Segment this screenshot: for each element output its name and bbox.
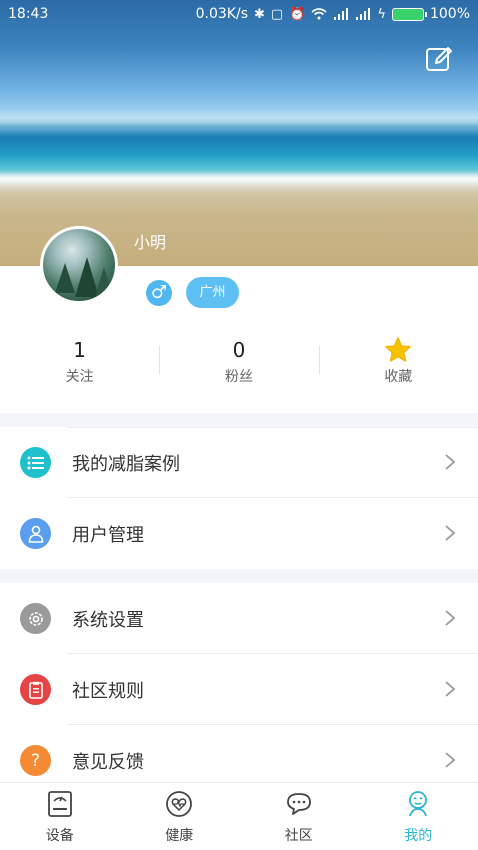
following-label: 关注 — [65, 369, 94, 385]
menu-item-fat-loss-cases[interactable]: 我的减脂案例 — [0, 427, 478, 498]
edit-profile-button[interactable] — [424, 44, 454, 74]
network-speed: 0.03K/s — [195, 6, 248, 22]
vibrate-off-icon: ▢ — [270, 6, 284, 22]
avatar[interactable] — [40, 226, 118, 304]
gender-male-icon: ♂ — [146, 280, 172, 306]
menu-item-label: 社区规则 — [72, 680, 144, 702]
stat-following[interactable]: 1 关注 — [0, 336, 159, 396]
menu-group-1: 我的减脂案例 用户管理 — [0, 427, 478, 569]
question-glyph: ? — [30, 750, 41, 771]
signal-icon — [356, 8, 371, 20]
tab-health[interactable]: 健康 — [120, 783, 240, 850]
edit-icon — [426, 47, 452, 71]
user-icon — [20, 518, 51, 549]
tab-device[interactable]: 设备 — [0, 783, 120, 850]
tab-label: 设备 — [45, 828, 74, 844]
city-badge: 广州 — [186, 277, 239, 308]
tab-label: 我的 — [404, 828, 433, 844]
tab-label: 社区 — [284, 828, 313, 844]
bluetooth-icon: ✱ — [254, 6, 265, 22]
battery-level: 100% — [429, 6, 470, 22]
scale-icon — [47, 791, 72, 817]
wifi-icon — [311, 8, 327, 20]
followers-label: 粉丝 — [224, 369, 253, 385]
alarm-icon: ⏰ — [289, 6, 306, 22]
chevron-right-icon — [445, 454, 456, 470]
menu-item-community-rules[interactable]: 社区规则 — [0, 654, 478, 725]
menu-item-label: 我的减脂案例 — [72, 453, 180, 475]
bottom-tab-bar: 设备 健康 社区 我的 — [0, 782, 478, 850]
profile-icon — [409, 791, 428, 817]
username: 小明 — [134, 233, 167, 252]
charging-icon: ϟ — [377, 6, 386, 22]
tab-mine[interactable]: 我的 — [359, 783, 478, 850]
chevron-right-icon — [445, 681, 456, 697]
chevron-right-icon — [445, 752, 456, 768]
gear-icon — [20, 603, 51, 634]
favorites-label: 收藏 — [384, 369, 413, 385]
tab-community[interactable]: 社区 — [239, 783, 359, 850]
heart-icon — [166, 791, 193, 817]
tab-label: 健康 — [165, 828, 194, 844]
stat-followers[interactable]: 0 粉丝 — [159, 336, 318, 396]
star-icon — [385, 337, 412, 362]
menu-group-2: 系统设置 社区规则 ? 意见反馈 — [0, 583, 478, 796]
document-icon — [20, 674, 51, 705]
chevron-right-icon — [445, 525, 456, 541]
chevron-right-icon — [445, 610, 456, 626]
menu-item-user-management[interactable]: 用户管理 — [0, 498, 478, 569]
followers-count: 0 — [232, 338, 246, 362]
battery-icon — [391, 7, 427, 21]
status-time: 18:43 — [8, 6, 49, 22]
list-icon — [20, 447, 51, 478]
profile-stats: 1 关注 0 粉丝 收藏 — [0, 336, 478, 396]
signal-icon — [334, 8, 349, 20]
menu-item-label: 意见反馈 — [72, 751, 144, 773]
menu-item-label: 系统设置 — [72, 609, 144, 631]
question-icon: ? — [20, 745, 51, 776]
status-bar: 18:43 0.03K/s ✱ ▢ ⏰ ϟ 100% — [0, 0, 478, 28]
following-count: 1 — [73, 338, 87, 362]
chat-icon — [286, 793, 311, 815]
menu-item-label: 用户管理 — [72, 524, 144, 546]
menu-item-system-settings[interactable]: 系统设置 — [0, 583, 478, 654]
stat-favorites[interactable]: 收藏 — [318, 336, 478, 396]
